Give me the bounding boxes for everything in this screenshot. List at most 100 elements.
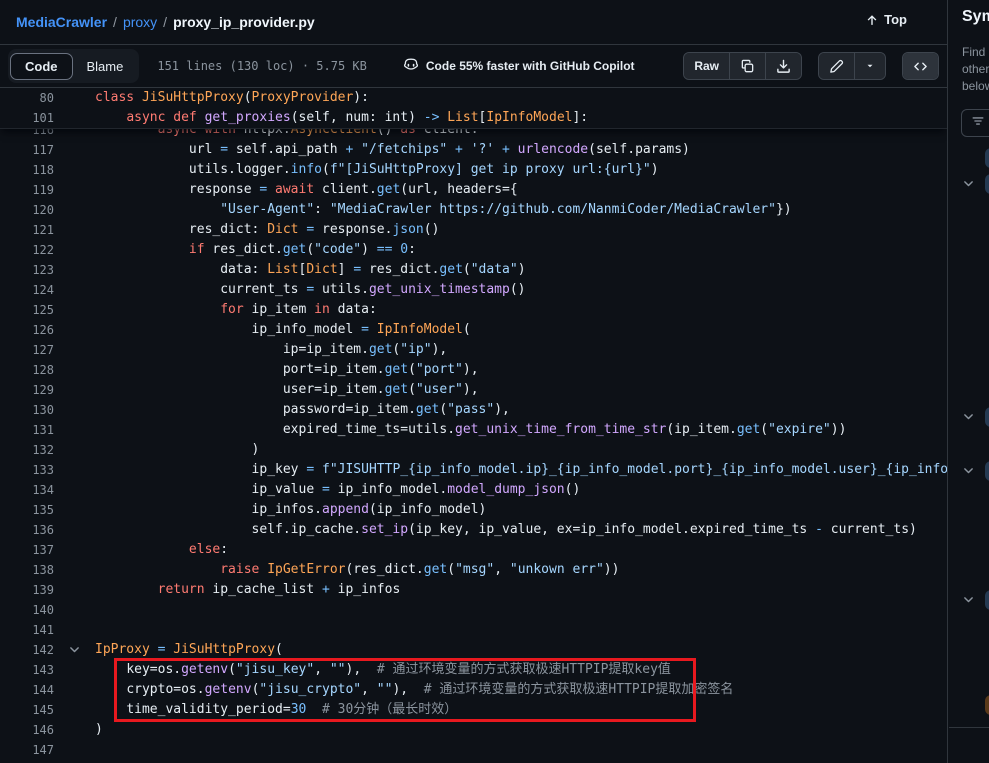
line-number[interactable]: 129 bbox=[0, 380, 62, 400]
code-text[interactable]: key=os.getenv("jisu_key", ""), # 通过环境变量的… bbox=[62, 660, 947, 680]
code-text[interactable]: ) bbox=[62, 440, 947, 460]
line-number[interactable]: 131 bbox=[0, 420, 62, 440]
code-text[interactable]: data: List[Dict] = res_dict.get("data") bbox=[62, 260, 947, 280]
line-number[interactable]: 130 bbox=[0, 400, 62, 420]
code-text[interactable]: return ip_cache_list + ip_infos bbox=[62, 580, 947, 600]
symbols-tree-item[interactable] bbox=[949, 172, 989, 196]
line-number[interactable]: 133 bbox=[0, 460, 62, 480]
edit-dropdown-button[interactable] bbox=[854, 53, 885, 79]
line-number[interactable]: 143 bbox=[0, 660, 62, 680]
code-line: 137 else: bbox=[0, 540, 947, 560]
symbols-toggle-group bbox=[902, 52, 939, 80]
symbols-tree-item[interactable] bbox=[949, 459, 989, 483]
symbols-tree-item[interactable] bbox=[949, 588, 989, 612]
line-number[interactable]: 127 bbox=[0, 340, 62, 360]
line-number[interactable]: 140 bbox=[0, 600, 62, 620]
line-number[interactable]: 128 bbox=[0, 360, 62, 380]
code-text[interactable]: expired_time_ts=utils.get_unix_time_from… bbox=[62, 420, 947, 440]
code-text[interactable]: port=ip_item.get("port"), bbox=[62, 360, 947, 380]
line-number[interactable]: 137 bbox=[0, 540, 62, 560]
symbols-toggle-button[interactable] bbox=[903, 53, 938, 79]
chevron-down-icon[interactable] bbox=[962, 410, 975, 423]
code-text[interactable]: ip_value = ip_info_model.model_dump_json… bbox=[62, 480, 947, 500]
edit-button[interactable] bbox=[819, 53, 854, 79]
code-text[interactable]: raise IpGetError(res_dict.get("msg", "un… bbox=[62, 560, 947, 580]
line-number[interactable]: 146 bbox=[0, 720, 62, 740]
raw-button[interactable]: Raw bbox=[684, 53, 729, 79]
line-number[interactable]: 124 bbox=[0, 280, 62, 300]
line-number[interactable]: 135 bbox=[0, 500, 62, 520]
symbol-kind-badge bbox=[985, 174, 989, 194]
line-number[interactable]: 120 bbox=[0, 200, 62, 220]
raw-actions-group: Raw bbox=[683, 52, 802, 80]
symbol-kind-badge bbox=[985, 407, 989, 427]
code-text[interactable]: time_validity_period=30 # 30分钟（最长时效） bbox=[62, 700, 947, 720]
line-number[interactable]: 132 bbox=[0, 440, 62, 460]
line-number[interactable]: 117 bbox=[0, 140, 62, 160]
code-text[interactable]: url = self.api_path + "/fetchips" + '?' … bbox=[62, 140, 947, 160]
chevron-down-icon[interactable] bbox=[962, 464, 975, 477]
chevron-down-icon[interactable] bbox=[962, 593, 975, 606]
back-to-top-link[interactable]: Top bbox=[865, 12, 907, 27]
code-text[interactable]: current_ts = utils.get_unix_timestamp() bbox=[62, 280, 947, 300]
code-text[interactable]: response = await client.get(url, headers… bbox=[62, 180, 947, 200]
line-number[interactable]: 147 bbox=[0, 740, 62, 760]
code-line: 131 expired_time_ts=utils.get_unix_time_… bbox=[0, 420, 947, 440]
code-text[interactable]: class JiSuHttpProxy(ProxyProvider): bbox=[62, 88, 947, 108]
code-text[interactable]: "User-Agent": "MediaCrawler https://gith… bbox=[62, 200, 947, 220]
line-number[interactable]: 80 bbox=[0, 88, 62, 108]
symbols-filter-input[interactable] bbox=[961, 109, 989, 137]
line-number[interactable]: 145 bbox=[0, 700, 62, 720]
tab-blame[interactable]: Blame bbox=[73, 54, 138, 79]
code-text[interactable]: ip_infos.append(ip_info_model) bbox=[62, 500, 947, 520]
symbols-tree-item[interactable] bbox=[949, 405, 989, 429]
chevron-down-icon[interactable] bbox=[962, 177, 975, 190]
code-text[interactable]: password=ip_item.get("pass"), bbox=[62, 400, 947, 420]
line-number[interactable]: 119 bbox=[0, 180, 62, 200]
code-text[interactable] bbox=[62, 740, 947, 760]
code-text[interactable]: utils.logger.info(f"[JiSuHttpProxy] get … bbox=[62, 160, 947, 180]
code-text[interactable]: ip_key = f"JISUHTTP_{ip_info_model.ip}_{… bbox=[62, 460, 947, 480]
line-number[interactable]: 136 bbox=[0, 520, 62, 540]
line-number[interactable]: 139 bbox=[0, 580, 62, 600]
line-number[interactable]: 144 bbox=[0, 680, 62, 700]
symbols-panel-description: Find definitions and references for func… bbox=[962, 44, 989, 95]
code-text[interactable]: crypto=os.getenv("jisu_crypto", ""), # 通… bbox=[62, 680, 947, 700]
code-text[interactable]: ip=ip_item.get("ip"), bbox=[62, 340, 947, 360]
symbols-tree-item[interactable] bbox=[949, 693, 989, 717]
line-number[interactable]: 125 bbox=[0, 300, 62, 320]
code-text[interactable]: async def get_proxies(self, num: int) ->… bbox=[62, 108, 947, 128]
line-number[interactable]: 138 bbox=[0, 560, 62, 580]
line-number[interactable]: 118 bbox=[0, 160, 62, 180]
tab-code[interactable]: Code bbox=[10, 53, 73, 80]
code-line: 144 crypto=os.getenv("jisu_crypto", ""),… bbox=[0, 680, 947, 700]
collapse-chevron-icon[interactable] bbox=[68, 643, 82, 657]
code-text[interactable]: self.ip_cache.set_ip(ip_key, ip_value, e… bbox=[62, 520, 947, 540]
line-number[interactable]: 122 bbox=[0, 240, 62, 260]
download-button[interactable] bbox=[765, 53, 801, 79]
symbols-tree-item[interactable] bbox=[949, 146, 989, 170]
line-number[interactable]: 121 bbox=[0, 220, 62, 240]
line-number[interactable]: 123 bbox=[0, 260, 62, 280]
code-text[interactable]: IpProxy = JiSuHttpProxy( bbox=[62, 640, 947, 660]
breadcrumb-repo-link[interactable]: MediaCrawler bbox=[16, 14, 107, 30]
copy-button[interactable] bbox=[729, 53, 765, 79]
code-text[interactable]: user=ip_item.get("user"), bbox=[62, 380, 947, 400]
line-number[interactable]: 101 bbox=[0, 108, 62, 128]
code-text[interactable]: res_dict: Dict = response.json() bbox=[62, 220, 947, 240]
arrow-up-icon bbox=[865, 13, 879, 27]
code-text[interactable]: else: bbox=[62, 540, 947, 560]
symbol-kind-badge bbox=[985, 590, 989, 610]
code-text[interactable] bbox=[62, 600, 947, 620]
line-number[interactable]: 142 bbox=[0, 640, 62, 660]
code-line: 129 user=ip_item.get("user"), bbox=[0, 380, 947, 400]
code-text[interactable]: ) bbox=[62, 720, 947, 740]
code-text[interactable] bbox=[62, 620, 947, 640]
code-text[interactable]: for ip_item in data: bbox=[62, 300, 947, 320]
breadcrumb-folder-link[interactable]: proxy bbox=[123, 14, 157, 30]
code-text[interactable]: if res_dict.get("code") == 0: bbox=[62, 240, 947, 260]
code-text[interactable]: ip_info_model = IpInfoModel( bbox=[62, 320, 947, 340]
line-number[interactable]: 134 bbox=[0, 480, 62, 500]
line-number[interactable]: 126 bbox=[0, 320, 62, 340]
line-number[interactable]: 141 bbox=[0, 620, 62, 640]
